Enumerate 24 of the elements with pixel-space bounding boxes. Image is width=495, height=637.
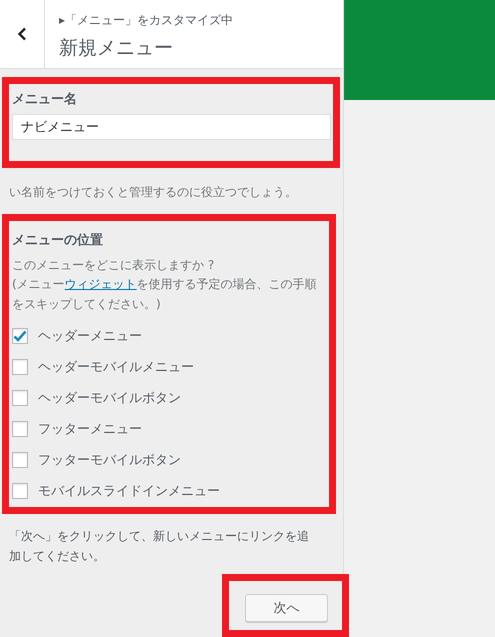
checkbox[interactable]: [12, 420, 28, 436]
checkbox[interactable]: [12, 328, 28, 344]
option-label: フッターモバイルボタン: [38, 452, 181, 468]
option-label: ヘッダーモバイルメニュー: [38, 358, 194, 376]
description-text: い名前をつけておくと管理するのに役立つでしょう。: [9, 184, 298, 200]
chevron-left-icon: [17, 27, 27, 42]
instruction-text: 「次へ」をクリックして、新しいメニューにリンクを追加してください。: [9, 528, 310, 565]
option-label: ヘッダーモバイルボタン: [38, 390, 181, 406]
section-label: メニューの位置: [12, 232, 104, 248]
next-button[interactable]: 次へ: [245, 594, 328, 622]
option-label: モバイルスライドインメニュー: [38, 482, 220, 500]
help-text: このメニューをどこに表示しますか ? (メニュー ウィジェット を使用する予定の場合、この手順をスキップしてください。): [12, 256, 318, 312]
checkbox[interactable]: [12, 390, 28, 406]
checkbox[interactable]: [12, 358, 28, 374]
panel-title: 新規メニュー: [59, 36, 174, 61]
option-label: フッターメニュー: [38, 420, 142, 438]
field-label: メニュー名: [12, 91, 78, 108]
checkbox[interactable]: [12, 482, 28, 498]
checkbox[interactable]: [12, 452, 28, 468]
checkmark-icon: [13, 330, 27, 342]
menu-name-field[interactable]: ナビメニュー: [12, 114, 331, 140]
option-label: ヘッダーメニュー: [38, 328, 142, 344]
widget-link[interactable]: ウィジェット: [64, 277, 137, 291]
breadcrumb: ▸「メニュー」をカスタマイズ中: [59, 12, 234, 29]
